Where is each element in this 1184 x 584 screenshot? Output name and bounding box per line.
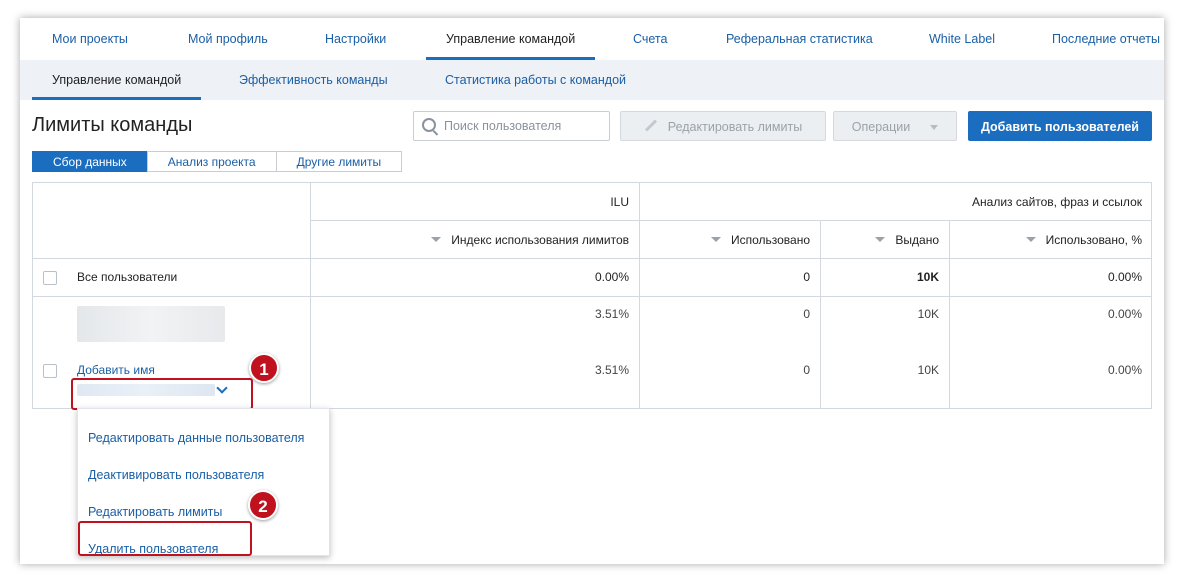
grid-line bbox=[310, 183, 311, 408]
user-used-2: 0 bbox=[803, 363, 810, 377]
callout-number-2: 2 bbox=[248, 490, 278, 520]
user-issued-1: 10K bbox=[917, 307, 939, 321]
callout-number-1: 1 bbox=[249, 353, 279, 383]
search-icon bbox=[422, 118, 436, 132]
edit-limits-label: Редактировать лимиты bbox=[667, 120, 803, 134]
grid-line bbox=[949, 220, 950, 408]
column-header-used-percent[interactable]: Использовано, % bbox=[1025, 233, 1142, 247]
column-header-issued[interactable]: Выдано bbox=[875, 233, 939, 247]
redacted-user-name bbox=[77, 306, 225, 342]
all-users-used: 0 bbox=[803, 270, 810, 284]
subtab-team-management[interactable]: Управление командой bbox=[31, 60, 202, 100]
search-input[interactable] bbox=[444, 112, 604, 140]
highlight-user-selector bbox=[71, 378, 253, 410]
pencil-icon bbox=[644, 119, 657, 132]
segment-other-limits[interactable]: Другие лимиты bbox=[275, 151, 403, 172]
grid-line bbox=[820, 220, 821, 408]
user-ilu-1: 3.51% bbox=[594, 307, 629, 321]
segment-data-collection[interactable]: Сбор данных bbox=[32, 151, 148, 172]
column-header-label: Выдано bbox=[895, 233, 939, 247]
menu-item-deactivate-user[interactable]: Деактивировать пользователя bbox=[88, 468, 264, 482]
highlight-delete-user bbox=[78, 521, 252, 556]
caret-down-icon bbox=[930, 125, 939, 131]
page-title: Лимиты команды bbox=[32, 114, 193, 136]
operations-label: Операции bbox=[851, 120, 911, 134]
column-header-label: Использовано, % bbox=[1045, 233, 1142, 247]
add-users-button[interactable]: Добавить пользователей bbox=[968, 111, 1152, 141]
column-header-used[interactable]: Использовано bbox=[710, 233, 810, 247]
app-frame: Мои проекты Мой профиль Настройки Управл… bbox=[20, 18, 1164, 564]
limits-table: ILU Анализ сайтов, фраз и ссылок Индекс … bbox=[32, 182, 1152, 409]
grid-line bbox=[33, 258, 1151, 259]
sort-icon bbox=[431, 237, 442, 243]
tab-team-management[interactable]: Управление командой bbox=[425, 18, 596, 60]
all-users-issued: 10K bbox=[916, 270, 939, 284]
tab-recent-reports[interactable]: Последние отчеты bbox=[1052, 18, 1160, 60]
column-header-label: Индекс использования лимитов bbox=[451, 233, 629, 247]
grid-line bbox=[310, 220, 1152, 221]
all-users-used-percent: 0.00% bbox=[1107, 270, 1142, 284]
user-used-percent-2: 0.00% bbox=[1107, 363, 1142, 377]
add-name-link[interactable]: Добавить имя bbox=[77, 363, 155, 377]
all-users-ilu: 0.00% bbox=[594, 270, 629, 284]
sort-icon bbox=[875, 237, 886, 243]
tab-referral-stats[interactable]: Реферальная статистика bbox=[726, 18, 873, 60]
subtab-team-efficiency[interactable]: Эффективность команды bbox=[239, 60, 388, 100]
tab-my-profile[interactable]: Мой профиль bbox=[188, 18, 268, 60]
user-issued-2: 10K bbox=[917, 363, 939, 377]
select-all-checkbox[interactable] bbox=[43, 271, 57, 285]
search-box[interactable] bbox=[413, 111, 610, 141]
edit-limits-button[interactable]: Редактировать лимиты bbox=[620, 111, 826, 141]
segment-project-analysis[interactable]: Анализ проекта bbox=[146, 151, 277, 172]
user-used-1: 0 bbox=[803, 307, 810, 321]
group-header-analysis: Анализ сайтов, фраз и ссылок bbox=[972, 195, 1142, 209]
tab-my-projects[interactable]: Мои проекты bbox=[52, 18, 128, 60]
tab-white-label[interactable]: White Label bbox=[929, 18, 995, 60]
sort-icon bbox=[1025, 237, 1036, 243]
menu-item-edit-limits[interactable]: Редактировать лимиты bbox=[88, 505, 222, 519]
all-users-label: Все пользователи bbox=[77, 270, 178, 284]
user-ilu-2: 3.51% bbox=[594, 363, 629, 377]
column-header-ilu-index[interactable]: Индекс использования лимитов bbox=[431, 233, 629, 247]
user-used-percent-1: 0.00% bbox=[1107, 307, 1142, 321]
user-row-checkbox[interactable] bbox=[43, 364, 57, 378]
operations-dropdown[interactable]: Операции bbox=[833, 111, 957, 141]
sort-icon bbox=[710, 237, 721, 243]
tab-settings[interactable]: Настройки bbox=[325, 18, 386, 60]
tab-invoices[interactable]: Счета bbox=[633, 18, 667, 60]
top-nav: Мои проекты Мой профиль Настройки Управл… bbox=[20, 18, 1164, 61]
sub-nav: Управление командой Эффективность команд… bbox=[20, 60, 1164, 100]
grid-line bbox=[33, 296, 1151, 297]
menu-item-edit-user-data[interactable]: Редактировать данные пользователя bbox=[88, 431, 304, 445]
limit-type-segments: Сбор данных Анализ проекта Другие лимиты bbox=[32, 151, 403, 172]
column-header-label: Использовано bbox=[730, 233, 810, 247]
subtab-team-work-stats[interactable]: Статистика работы с командой bbox=[445, 60, 626, 100]
group-header-ilu: ILU bbox=[610, 195, 629, 209]
grid-line bbox=[639, 183, 640, 408]
